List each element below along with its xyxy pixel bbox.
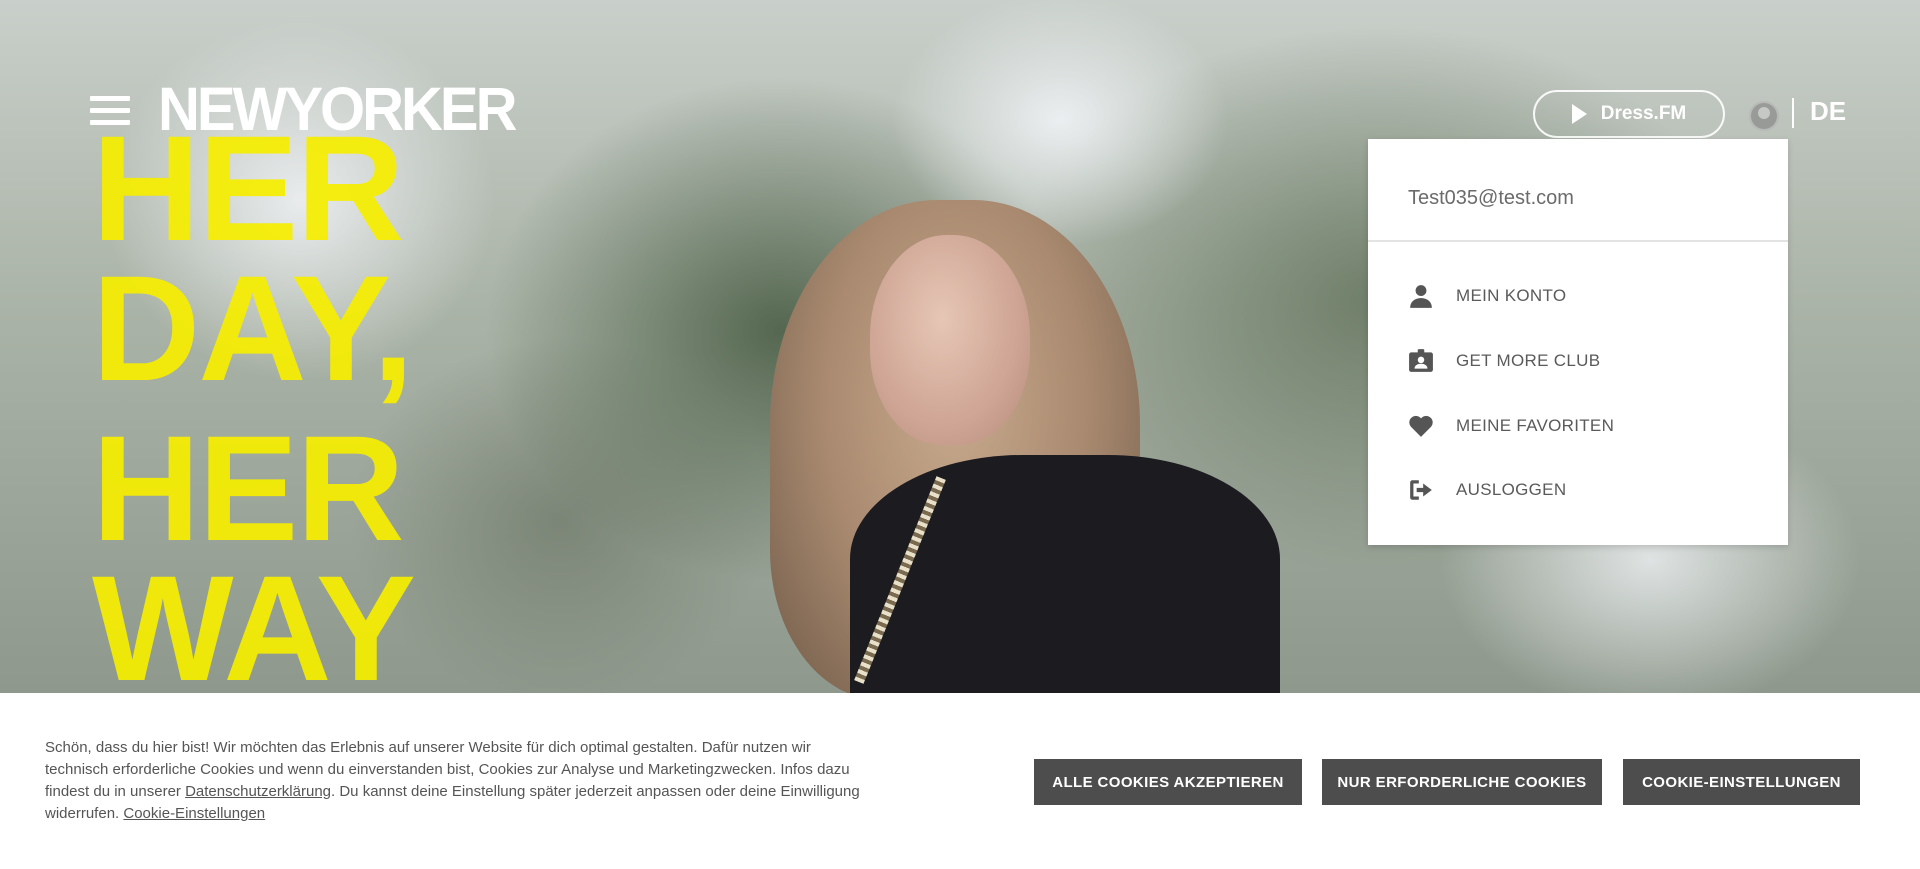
hero-person-body	[850, 455, 1280, 693]
accept-all-cookies-button[interactable]: ALLE COOKIES AKZEPTIEREN	[1034, 759, 1302, 805]
menu-item-label: AUSLOGGEN	[1456, 480, 1567, 499]
cookie-settings-link[interactable]: Cookie-Einstellungen	[123, 805, 265, 822]
cookie-text: Schön, dass du hier bist! Wir möchten da…	[45, 737, 865, 825]
headline-line: WAY	[92, 544, 416, 693]
menu-item-my-account[interactable]: MEIN KONTO	[1408, 280, 1566, 312]
account-avatar-icon[interactable]	[1749, 101, 1779, 131]
person-icon	[1410, 285, 1432, 308]
hero-headline: HER DAY, HER WAY	[92, 113, 416, 693]
menu-hamburger-icon[interactable]	[90, 96, 130, 130]
hero-person-face	[870, 235, 1030, 445]
cookie-banner: Schön, dass du hier bist! Wir möchten da…	[0, 693, 1920, 869]
account-dropdown: Test035@test.com MEIN KONTO GET MORE CLU…	[1368, 139, 1788, 545]
menu-item-logout[interactable]: AUSLOGGEN	[1408, 474, 1566, 506]
dress-fm-label: Dress.FM	[1600, 103, 1687, 124]
heart-icon	[1409, 415, 1433, 437]
member-card-icon	[1409, 349, 1433, 372]
logout-icon	[1410, 480, 1432, 500]
menu-item-get-more-club[interactable]: GET MORE CLUB	[1408, 345, 1600, 377]
headline-line: HER	[92, 404, 405, 572]
language-divider	[1792, 98, 1794, 128]
headline-line: DAY,	[92, 244, 414, 412]
play-icon	[1571, 104, 1587, 124]
menu-item-label: MEINE FAVORITEN	[1456, 416, 1615, 435]
menu-item-label: GET MORE CLUB	[1456, 351, 1601, 370]
cookie-settings-button[interactable]: COOKIE-EINSTELLUNGEN	[1623, 759, 1860, 805]
privacy-policy-link[interactable]: Datenschutzerklärung	[185, 783, 331, 800]
menu-item-label: MEIN KONTO	[1456, 286, 1567, 305]
menu-item-favorites[interactable]: MEINE FAVORITEN	[1408, 410, 1614, 442]
language-switcher[interactable]: DE	[1810, 96, 1846, 127]
necessary-cookies-only-button[interactable]: NUR ERFORDERLICHE COOKIES	[1322, 759, 1602, 805]
account-email: Test035@test.com	[1368, 139, 1788, 242]
brand-logo[interactable]: NEWYORKER	[158, 76, 517, 143]
dress-fm-button[interactable]: Dress.FM	[1533, 90, 1725, 138]
